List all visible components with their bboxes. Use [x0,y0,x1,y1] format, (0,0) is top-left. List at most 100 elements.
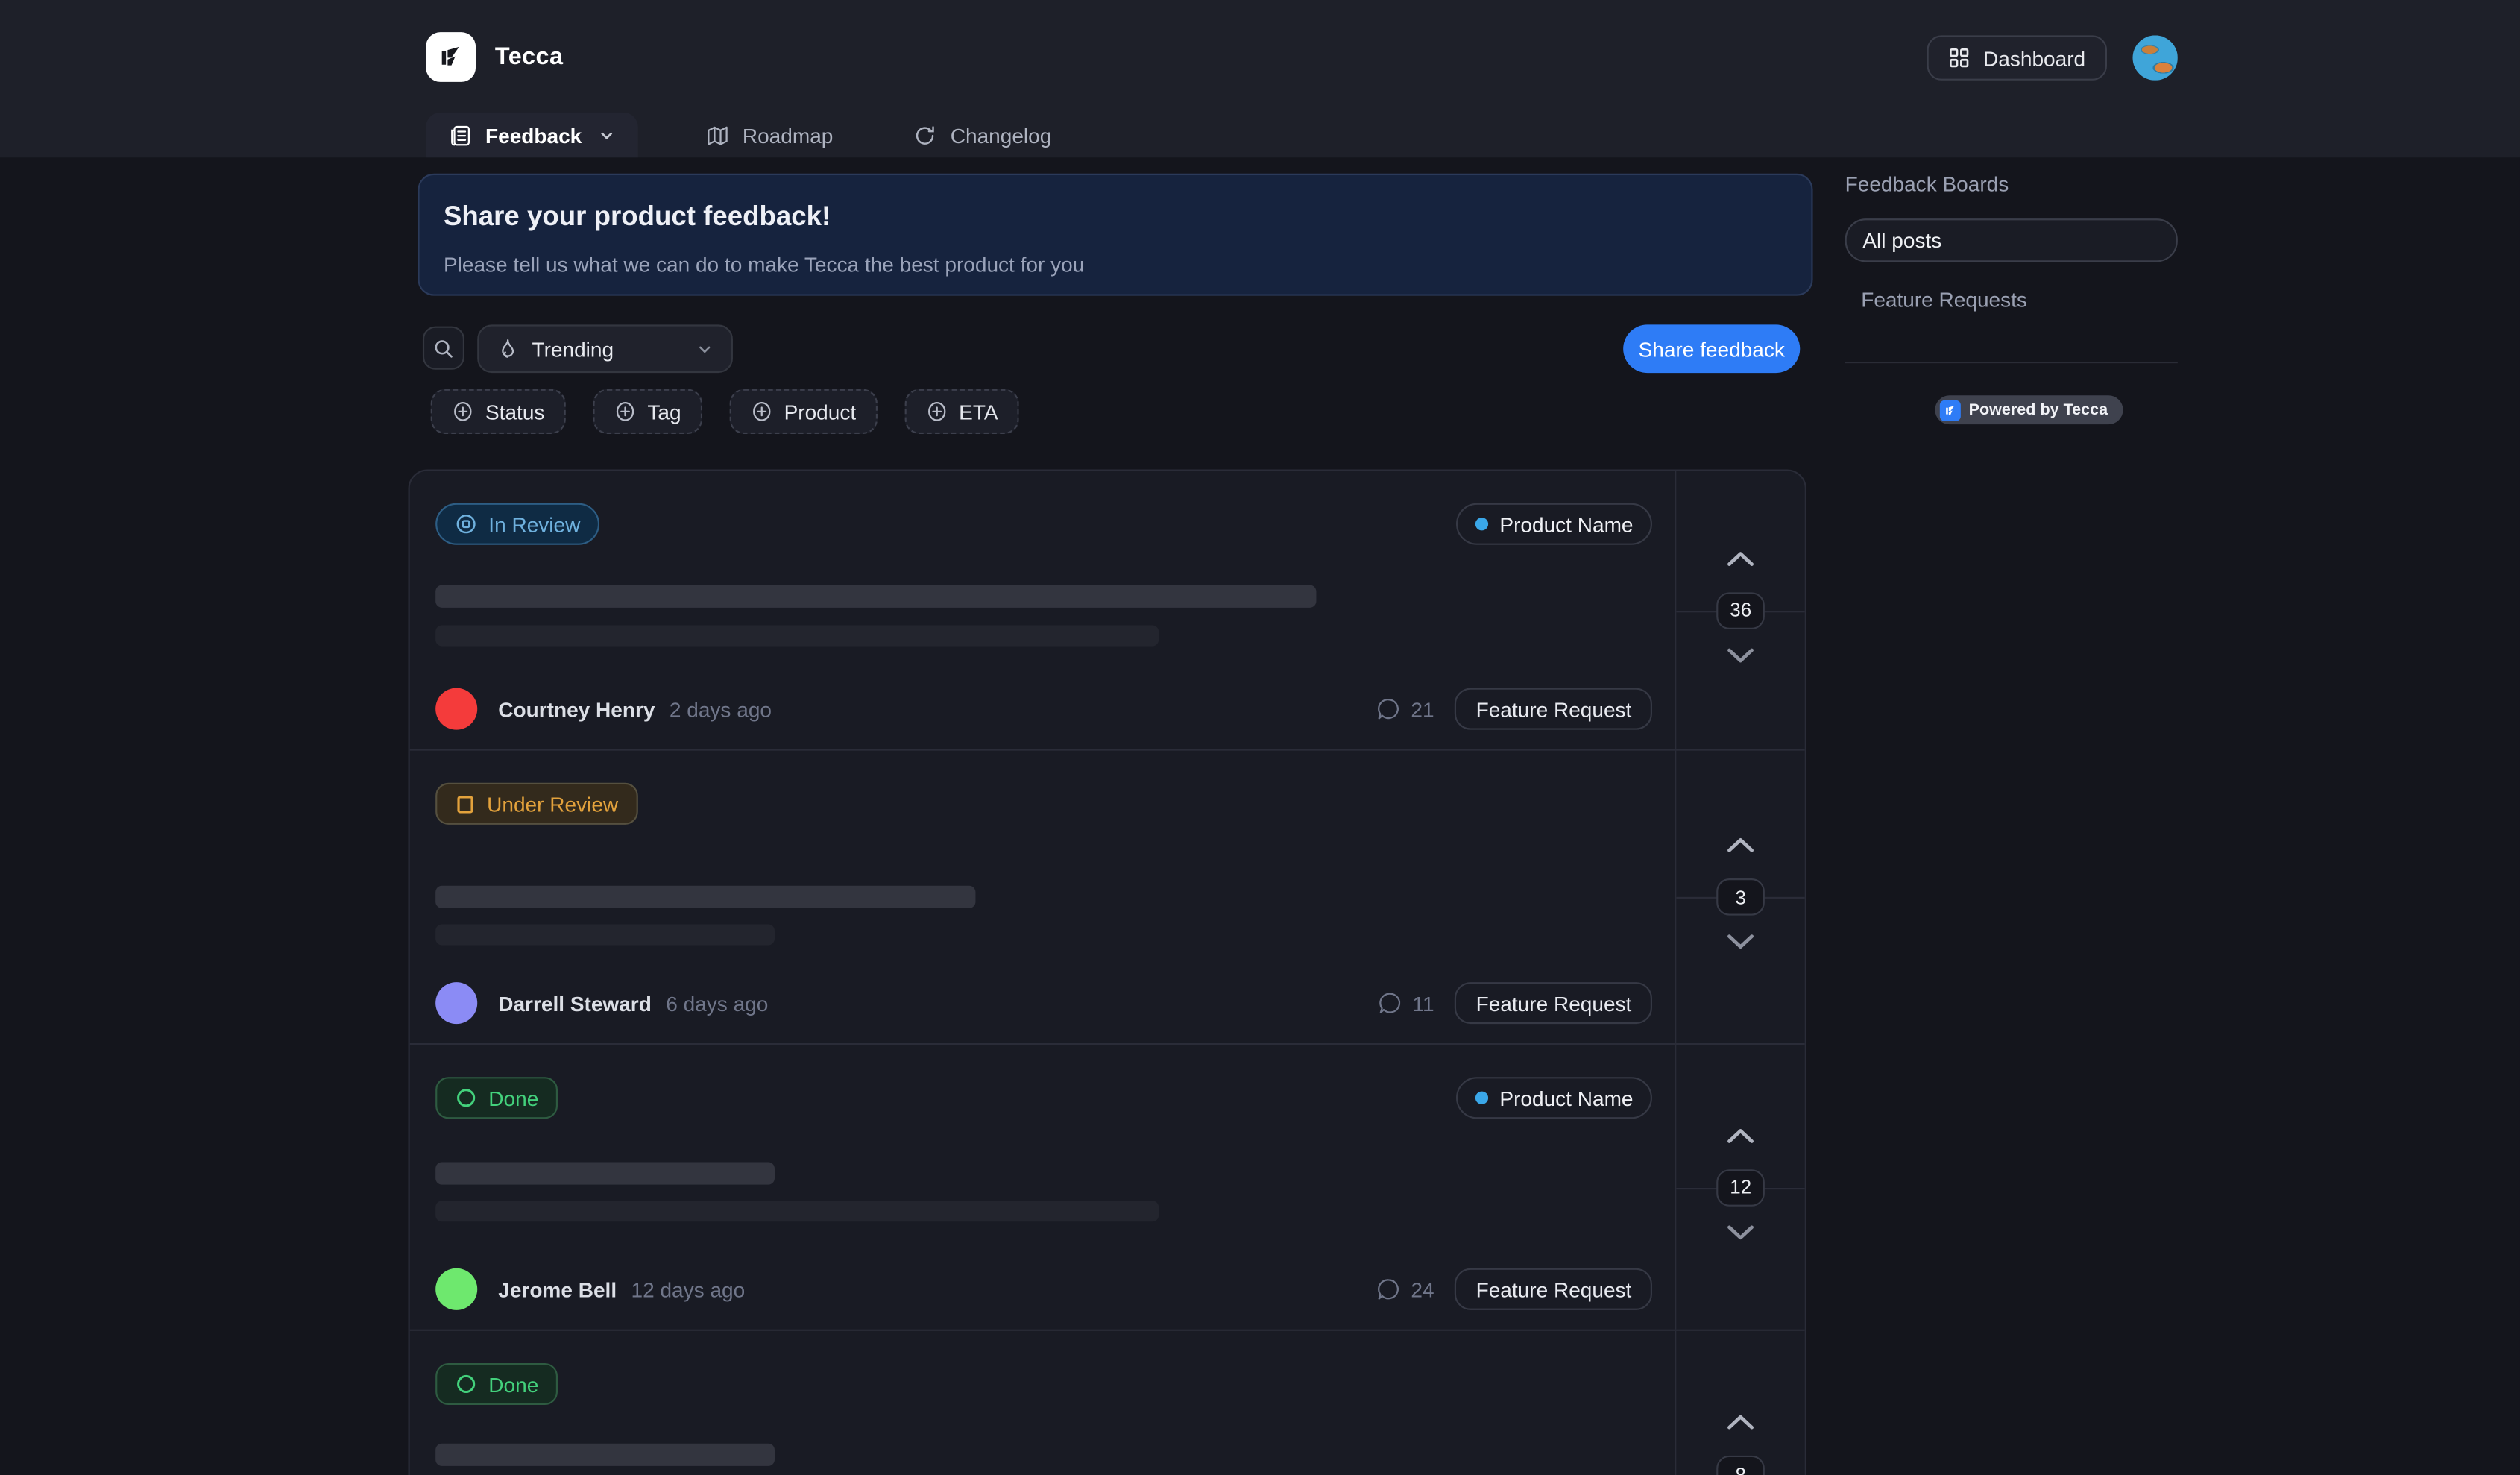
comment-count: 24 [1376,1277,1434,1302]
author-avatar [435,688,477,730]
flame-icon [497,338,519,360]
banner-title: Share your product feedback! [444,201,1787,233]
vote-count: 3 [1716,878,1765,916]
dashboard-button-label: Dashboard [1983,45,2085,69]
boards-sidebar: Feedback Boards All posts Feature Reques… [1845,172,2178,426]
grid-icon [1948,47,1971,69]
upvote-button[interactable] [1723,546,1758,570]
feedback-doc-icon [448,123,472,147]
vote-cell: 12 [1675,1045,1805,1330]
author-name: Jerome Bell [498,1277,617,1301]
user-avatar[interactable] [2132,35,2177,80]
vote-count: 36 [1716,591,1765,629]
product-dot-icon [1475,518,1488,530]
chevron-up-icon [1726,549,1755,567]
vote-cell: 36 [1675,471,1805,749]
sidebar-item-all-posts[interactable]: All posts [1845,218,2178,262]
under-review-status-icon [455,793,476,814]
skeleton-title [435,1444,775,1466]
sidebar-divider [1845,362,2178,363]
done-status-icon [455,1373,477,1395]
search-button[interactable] [423,327,464,370]
filter-product-chip[interactable]: Product [729,389,877,434]
skeleton-text [435,626,1159,647]
tab-changelog[interactable]: Changelog [891,113,1074,157]
post-time: 2 days ago [670,696,772,720]
filter-eta-chip[interactable]: ETA [904,389,1019,434]
refresh-icon [913,123,937,147]
done-status-icon [455,1086,477,1109]
comment-bubble-icon [1376,696,1401,721]
vote-cell: 8 [1675,1331,1805,1475]
plus-circle-icon [750,400,772,423]
vote-cell: 3 [1675,751,1805,1043]
powered-by-badge[interactable]: Powered by Tecca [1935,395,2122,424]
chevron-down-icon [1726,932,1755,950]
status-badge: In Review [435,503,599,545]
board-tag-button[interactable]: Feature Request [1455,982,1653,1024]
dashboard-button[interactable]: Dashboard [1927,35,2107,80]
powered-by-label: Powered by Tecca [1969,401,2108,419]
product-dot-icon [1475,1092,1488,1104]
upvote-button[interactable] [1723,1123,1758,1147]
chevron-down-icon [598,126,616,144]
plus-circle-icon [925,400,948,423]
plus-circle-icon [614,400,636,423]
status-badge: Done [435,1077,558,1119]
brand-logo-icon [435,42,466,72]
downvote-button[interactable] [1723,1219,1758,1243]
comment-count: 21 [1376,696,1434,721]
post-card[interactable]: Under Review Darrell Steward 6 days ago … [410,751,1805,1045]
sidebar-title: Feedback Boards [1845,172,2178,196]
brand-logo-icon [1943,403,1957,417]
chevron-down-icon [1726,1222,1755,1240]
brand-logo [426,32,476,82]
feedback-banner: Share your product feedback! Please tell… [418,174,1812,296]
map-icon [705,123,729,147]
skeleton-title [435,1163,775,1185]
board-tag-button[interactable]: Feature Request [1455,688,1653,730]
post-card[interactable]: Done Product Name Jerome Bell 12 days ag… [410,1045,1805,1331]
post-card[interactable]: In Review Product Name Courtney Henry 2 … [410,471,1805,751]
tab-roadmap-label: Roadmap [743,123,834,147]
tab-feedback[interactable]: Feedback [426,113,638,157]
post-time: 6 days ago [666,991,768,1015]
share-feedback-label: Share feedback [1639,337,1785,361]
board-tag-button[interactable]: Feature Request [1455,1268,1653,1310]
filter-eta-label: ETA [959,400,998,424]
app-root: Tecca Dashboard [0,0,2520,1475]
main-nav: Feedback Roadmap [426,113,1074,157]
skeleton-title [435,886,975,908]
filter-status-label: Status [485,400,544,424]
sort-dropdown[interactable]: Trending [477,324,733,373]
post-time: 12 days ago [631,1277,746,1301]
comment-count: 11 [1377,990,1434,1016]
chevron-up-icon [1726,836,1755,854]
vote-count: 8 [1716,1456,1765,1475]
sidebar-item-feature-requests[interactable]: Feature Requests [1845,288,2178,312]
plus-circle-icon [452,400,474,423]
author-avatar [435,982,477,1024]
post-card[interactable]: Done 8 [410,1331,1805,1475]
upvote-button[interactable] [1723,1409,1758,1433]
status-badge: Under Review [435,783,637,825]
brand: Tecca [426,32,563,82]
brand-name: Tecca [495,43,563,71]
downvote-button[interactable] [1723,929,1758,953]
filter-tag-chip[interactable]: Tag [593,389,702,434]
author-name: Courtney Henry [498,696,655,720]
author-name: Darrell Steward [498,991,652,1015]
search-icon [432,337,455,359]
filter-product-label: Product [784,400,857,424]
filter-status-chip[interactable]: Status [431,389,566,434]
top-header: Tecca Dashboard [0,0,2520,157]
skeleton-text [435,924,775,945]
tab-roadmap[interactable]: Roadmap [683,113,855,157]
upvote-button[interactable] [1723,833,1758,857]
chevron-down-icon [1726,645,1755,663]
status-badge: Done [435,1363,558,1405]
share-feedback-button[interactable]: Share feedback [1623,324,1800,373]
downvote-button[interactable] [1723,642,1758,666]
skeleton-title [435,585,1316,608]
sort-dropdown-value: Trending [532,337,614,361]
